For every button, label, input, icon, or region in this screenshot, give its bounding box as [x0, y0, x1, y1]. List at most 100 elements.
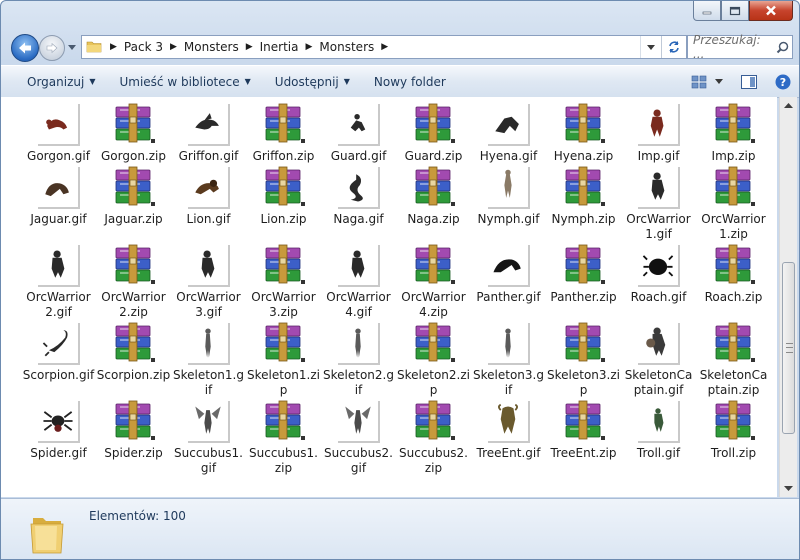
file-item[interactable]: Griffon.gif [171, 103, 246, 164]
close-button[interactable] [749, 1, 793, 21]
minimize-button[interactable] [693, 1, 721, 21]
file-item[interactable]: SkeletonCaptain.gif [621, 322, 696, 398]
file-item[interactable]: Hyena.gif [471, 103, 546, 164]
file-item[interactable]: Troll.gif [621, 400, 696, 476]
search-icon[interactable] [772, 41, 792, 54]
file-item[interactable]: Skeleton2.zip [396, 322, 471, 398]
include-in-library-menu[interactable]: Umieść w bibliotece ▼ [107, 66, 262, 97]
file-item[interactable]: OrcWarrior3.gif [171, 244, 246, 320]
file-item[interactable]: Spider.zip [96, 400, 171, 476]
file-item[interactable]: Imp.gif [621, 103, 696, 164]
file-item[interactable]: Panther.zip [546, 244, 621, 320]
breadcrumb-monsters-current[interactable]: Monsters [316, 40, 377, 54]
file-item[interactable]: Jaguar.gif [21, 166, 96, 242]
file-item[interactable]: Griffon.zip [246, 103, 321, 164]
file-item[interactable]: TreeEnt.gif [471, 400, 546, 476]
chevron-down-icon: ▼ [244, 77, 251, 86]
file-item[interactable]: Succubus1.zip [246, 400, 321, 476]
winrar-archive-icon [112, 103, 156, 147]
file-name-label: Guard.zip [404, 149, 463, 163]
file-item[interactable]: Troll.zip [696, 400, 771, 476]
breadcrumb-monsters[interactable]: Monsters [181, 40, 242, 54]
griffon-icon [187, 103, 231, 147]
file-item[interactable]: Roach.zip [696, 244, 771, 320]
breadcrumb-separator[interactable]: ▶ [242, 42, 257, 52]
file-item[interactable]: Skeleton3.gif [471, 322, 546, 398]
file-item[interactable]: OrcWarrior3.zip [246, 244, 321, 320]
file-grid: Gorgon.gif Gorgon.zip Griffon.gif Griffon.z… [21, 103, 771, 476]
file-item[interactable]: Skeleton1.gif [171, 322, 246, 398]
search-box[interactable]: Przeszukaj: ... [687, 33, 793, 61]
change-view-button[interactable] [691, 75, 707, 89]
file-item[interactable]: Nymph.gif [471, 166, 546, 242]
file-item[interactable]: Lion.gif [171, 166, 246, 242]
file-item[interactable]: Scorpion.zip [96, 322, 171, 398]
file-item[interactable]: Naga.gif [321, 166, 396, 242]
scroll-down-button[interactable] [780, 480, 797, 497]
maximize-button[interactable] [721, 1, 749, 21]
scroll-thumb[interactable] [782, 262, 795, 434]
view-dropdown[interactable] [715, 79, 723, 84]
address-history-dropdown[interactable] [640, 36, 661, 58]
skeleton-icon [487, 322, 531, 366]
file-item[interactable]: Nymph.zip [546, 166, 621, 242]
file-name-label: Troll.gif [636, 446, 681, 460]
organize-menu[interactable]: Organizuj ▼ [1, 66, 107, 97]
winrar-archive-icon [112, 322, 156, 366]
file-item[interactable]: OrcWarrior4.gif [321, 244, 396, 320]
share-menu[interactable]: Udostępnij ▼ [263, 66, 362, 97]
breadcrumb-pack3[interactable]: Pack 3 [121, 40, 166, 54]
file-name-label: Guard.gif [330, 149, 387, 163]
file-item[interactable]: OrcWarrior1.zip [696, 166, 771, 242]
winrar-archive-icon [412, 400, 456, 444]
breadcrumb-separator[interactable]: ▶ [166, 42, 181, 52]
file-item[interactable]: Skeleton2.gif [321, 322, 396, 398]
vertical-scrollbar[interactable] [779, 97, 797, 497]
forward-button[interactable] [39, 35, 65, 61]
file-item[interactable]: Gorgon.zip [96, 103, 171, 164]
help-button[interactable]: ? [775, 74, 791, 90]
breadcrumb-separator[interactable]: ▶ [302, 42, 317, 52]
file-item[interactable]: Lion.zip [246, 166, 321, 242]
new-folder-button[interactable]: Nowy folder [362, 66, 458, 97]
breadcrumb-separator[interactable]: ▶ [106, 42, 121, 52]
file-name-label: Panther.gif [476, 290, 541, 304]
file-item[interactable]: TreeEnt.zip [546, 400, 621, 476]
file-item[interactable]: Spider.gif [21, 400, 96, 476]
file-item[interactable]: Succubus1.gif [171, 400, 246, 476]
chevron-down-icon [68, 44, 76, 50]
file-item[interactable]: Jaguar.zip [96, 166, 171, 242]
file-item[interactable]: Skeleton1.zip [246, 322, 321, 398]
imp-icon [637, 103, 681, 147]
file-item[interactable]: Skeleton3.zip [546, 322, 621, 398]
file-item[interactable]: Gorgon.gif [21, 103, 96, 164]
file-item[interactable]: Naga.zip [396, 166, 471, 242]
file-item[interactable]: Panther.gif [471, 244, 546, 320]
back-button[interactable] [11, 34, 39, 62]
file-item[interactable]: SkeletonCaptain.zip [696, 322, 771, 398]
preview-pane-button[interactable] [741, 74, 757, 89]
file-item[interactable]: Guard.zip [396, 103, 471, 164]
breadcrumb-inertia[interactable]: Inertia [257, 40, 302, 54]
file-item[interactable]: Roach.gif [621, 244, 696, 320]
file-item[interactable]: Succubus2.zip [396, 400, 471, 476]
file-list[interactable]: Gorgon.gif Gorgon.zip Griffon.gif Griffon.z… [1, 97, 777, 497]
file-item[interactable]: Succubus2.gif [321, 400, 396, 476]
guard-icon [337, 103, 381, 147]
recent-pages-dropdown[interactable] [67, 42, 77, 52]
file-item[interactable]: OrcWarrior1.gif [621, 166, 696, 242]
address-bar[interactable]: ▶ Pack 3 ▶ Monsters ▶ Inertia ▶ Monsters… [81, 35, 687, 59]
file-item[interactable]: OrcWarrior2.gif [21, 244, 96, 320]
breadcrumb-separator[interactable]: ▶ [377, 42, 392, 52]
winrar-archive-icon [112, 244, 156, 288]
file-name-label: Roach.zip [704, 290, 763, 304]
file-name-label: Skeleton2.gif [323, 368, 394, 397]
refresh-button[interactable] [661, 36, 686, 58]
file-item[interactable]: Hyena.zip [546, 103, 621, 164]
file-item[interactable]: Guard.gif [321, 103, 396, 164]
file-item[interactable]: OrcWarrior4.zip [396, 244, 471, 320]
scroll-up-button[interactable] [780, 97, 797, 114]
file-item[interactable]: Imp.zip [696, 103, 771, 164]
file-item[interactable]: Scorpion.gif [21, 322, 96, 398]
file-item[interactable]: OrcWarrior2.zip [96, 244, 171, 320]
